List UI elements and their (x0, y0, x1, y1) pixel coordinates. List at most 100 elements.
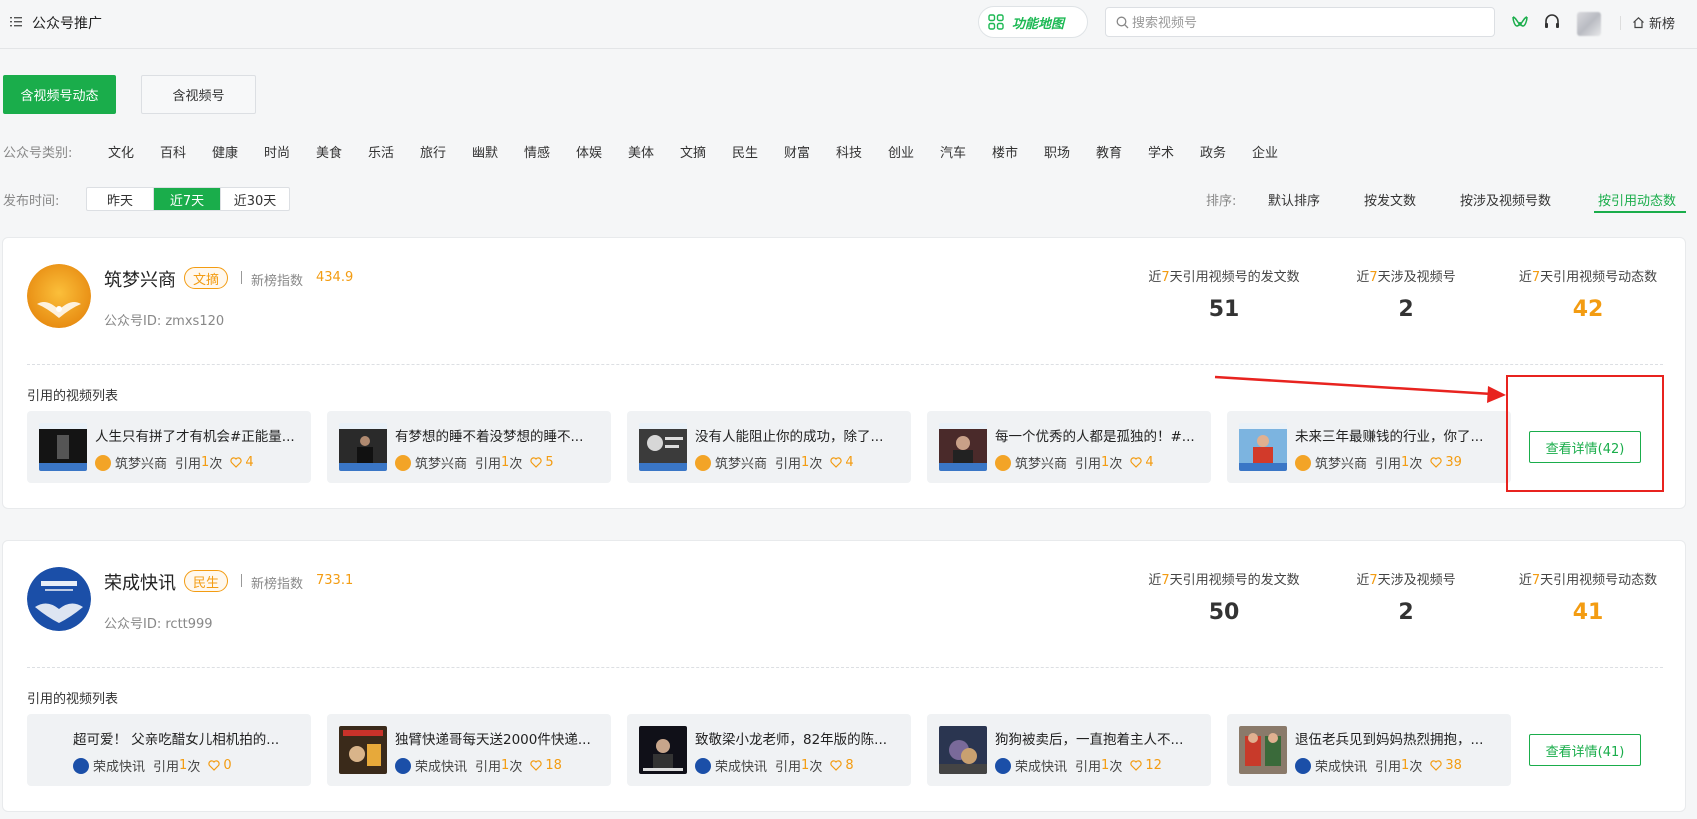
video-meta: 筑梦兴商 引用 1 次 5 (395, 453, 554, 472)
video-item[interactable]: 狗狗被卖后，一直抱着主人不... 荣成快讯 引用 1 次 12 (927, 714, 1211, 786)
video-thumbnail (1239, 726, 1287, 774)
stat-dynamics: 近7天引用视频号动态数 41 (1513, 569, 1663, 625)
account-logo[interactable] (27, 264, 91, 328)
video-item[interactable]: 有梦想的睡不着没梦想的睡不... 筑梦兴商 引用 1 次 5 (327, 411, 611, 483)
author-avatar (95, 454, 111, 471)
category-item[interactable]: 创业 (888, 142, 940, 161)
tab-with-channel[interactable]: 含视频号 (141, 75, 256, 114)
time-option-yesterday[interactable]: 昨天 (87, 188, 154, 210)
category-item[interactable]: 文摘 (680, 142, 732, 161)
video-thumbnail (39, 423, 87, 471)
time-filter-label: 发布时间: (3, 194, 60, 209)
heart-icon (230, 457, 242, 468)
sort-by-channels[interactable]: 按涉及视频号数 (1460, 190, 1551, 209)
author-avatar (1295, 757, 1311, 774)
category-item[interactable]: 文化 (108, 142, 160, 161)
stat-channels-value: 2 (1398, 297, 1414, 322)
category-item[interactable]: 政务 (1200, 142, 1252, 161)
video-item[interactable]: 退伍老兵见到妈妈热烈拥抱，... 荣成快讯 引用 1 次 38 (1227, 714, 1511, 786)
video-item[interactable]: 独臂快递哥每天送2000件快递... 荣成快讯 引用 1 次 18 (327, 714, 611, 786)
account-name[interactable]: 筑梦兴商 (104, 266, 176, 292)
view-details-button[interactable]: 查看详情(42) (1529, 431, 1641, 463)
category-item[interactable]: 汽车 (940, 142, 992, 161)
category-item[interactable]: 体娱 (576, 142, 628, 161)
category-item[interactable]: 乐活 (368, 142, 420, 161)
brand-link[interactable]: 新榜 (1632, 13, 1675, 32)
sort-label: 排序: (1206, 194, 1237, 209)
time-option-7days[interactable]: 近7天 (154, 188, 221, 210)
headset-icon[interactable] (1542, 12, 1562, 32)
index-value: 434.9 (316, 270, 354, 285)
video-thumbnail (339, 423, 387, 471)
video-meta: 荣成快讯 引用 1 次 8 (695, 756, 854, 775)
account-name[interactable]: 荣成快讯 (104, 569, 176, 595)
category-item[interactable]: 教育 (1096, 142, 1148, 161)
feature-map-label: 功能地图 (1012, 16, 1065, 32)
menu-collapse-icon[interactable] (10, 16, 22, 28)
author-avatar (695, 757, 711, 774)
category-filter: 公众号类别: 文化 百科 健康 时尚 美食 乐活 旅行 幽默 情感 体娱 美体 … (3, 141, 1304, 161)
heart-icon (830, 760, 842, 771)
sort-default[interactable]: 默认排序 (1268, 190, 1320, 209)
video-item[interactable]: 超可爱！ 父亲吃醋女儿相机拍的... 荣成快讯 引用 1 次 0 (27, 714, 311, 786)
video-title: 人生只有拼了才有机会#正能量... (95, 429, 295, 445)
heart-icon (830, 457, 842, 468)
card-divider (27, 667, 1663, 668)
category-item[interactable]: 美食 (316, 142, 368, 161)
video-item[interactable]: 致敬梁小龙老师，82年版的陈... 荣成快讯 引用 1 次 8 (627, 714, 911, 786)
account-id: 公众号ID: zmxs120 (104, 314, 225, 329)
category-item[interactable]: 科技 (836, 142, 888, 161)
time-option-30days[interactable]: 近30天 (221, 188, 289, 210)
category-item[interactable]: 职场 (1044, 142, 1096, 161)
user-avatar[interactable] (1577, 12, 1601, 36)
video-title: 未来三年最赚钱的行业，你了... (1295, 429, 1484, 445)
category-item[interactable]: 时尚 (264, 142, 316, 161)
video-item[interactable]: 没有人能阻止你的成功，除了... 筑梦兴商 引用 1 次 4 (627, 411, 911, 483)
video-meta: 筑梦兴商 引用 1 次 4 (995, 453, 1154, 472)
video-item[interactable]: 未来三年最赚钱的行业，你了... 筑梦兴商 引用 1 次 39 (1227, 411, 1511, 483)
account-logo[interactable] (27, 567, 91, 631)
author-avatar (395, 757, 411, 774)
category-item[interactable]: 健康 (212, 142, 264, 161)
stat-articles: 近7天引用视频号的发文数 51 (1139, 266, 1309, 322)
heart-icon (1130, 457, 1142, 468)
feature-map-button[interactable]: 功能地图 (978, 6, 1088, 38)
category-item[interactable]: 财富 (784, 142, 836, 161)
video-list-title: 引用的视频列表 (27, 692, 119, 707)
category-item[interactable]: 学术 (1148, 142, 1200, 161)
search-box[interactable] (1105, 7, 1495, 37)
view-details-button[interactable]: 查看详情(41) (1529, 734, 1641, 766)
search-icon (1116, 16, 1129, 29)
video-item[interactable]: 人生只有拼了才有机会#正能量... 筑梦兴商 引用 1 次 4 (27, 411, 311, 483)
heart-icon (530, 457, 542, 468)
video-title: 每一个优秀的人都是孤独的！#... (995, 429, 1195, 445)
sort-by-dynamics[interactable]: 按引用动态数 (1598, 190, 1676, 209)
category-item[interactable]: 情感 (524, 142, 576, 161)
category-item[interactable]: 百科 (160, 142, 212, 161)
stat-articles: 近7天引用视频号的发文数 50 (1139, 569, 1309, 625)
category-item[interactable]: 旅行 (420, 142, 472, 161)
category-item[interactable]: 美体 (628, 142, 680, 161)
author-avatar (73, 757, 89, 774)
video-title: 致敬梁小龙老师，82年版的陈... (695, 732, 888, 748)
index-label: 新榜指数 (251, 577, 304, 592)
account-logo-image (27, 264, 91, 328)
video-meta: 荣成快讯 引用 1 次 38 (1295, 756, 1462, 775)
author-avatar (1295, 454, 1311, 471)
sort-by-articles[interactable]: 按发文数 (1364, 190, 1416, 209)
category-item[interactable]: 民生 (732, 142, 784, 161)
tab-with-channel-dynamics[interactable]: 含视频号动态 (3, 75, 116, 114)
sort-active-underline (1594, 211, 1686, 213)
search-input[interactable] (1132, 12, 1482, 34)
video-item[interactable]: 每一个优秀的人都是孤独的！#... 筑梦兴商 引用 1 次 4 (927, 411, 1211, 483)
category-item[interactable]: 企业 (1252, 142, 1304, 161)
author-avatar (995, 757, 1011, 774)
video-channel-icon[interactable] (1510, 12, 1530, 32)
page-title: 公众号推广 (32, 16, 102, 32)
author-avatar (395, 454, 411, 471)
category-item[interactable]: 幽默 (472, 142, 524, 161)
category-item[interactable]: 楼市 (992, 142, 1044, 161)
brand-label: 新榜 (1649, 17, 1676, 32)
video-title: 没有人能阻止你的成功，除了... (695, 429, 884, 445)
author-avatar (995, 454, 1011, 471)
